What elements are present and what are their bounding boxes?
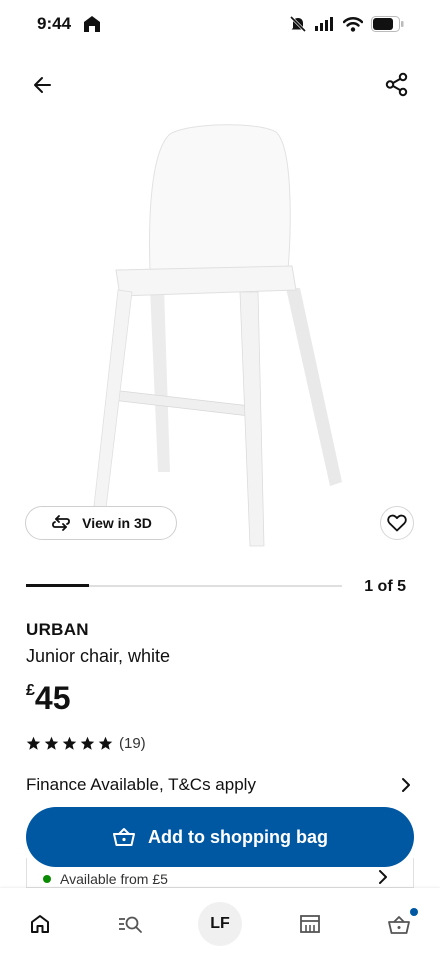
basket-icon <box>113 828 136 846</box>
share-button[interactable] <box>382 70 412 100</box>
tab-profile[interactable]: LF <box>198 902 242 946</box>
star-icon <box>26 736 41 750</box>
basket-badge <box>410 908 418 916</box>
view-in-3d-label: View in 3D <box>82 515 152 531</box>
star-icon <box>44 736 59 750</box>
add-to-bag-label: Add to shopping bag <box>148 826 328 847</box>
finance-label: Finance Available, T&Cs apply <box>26 775 256 794</box>
muted-bell-icon <box>289 15 307 33</box>
chevron-right-icon <box>379 870 387 884</box>
gallery-progress-fill <box>26 584 90 587</box>
search-list-icon <box>119 916 142 933</box>
star-icon <box>98 736 113 750</box>
add-to-bag-button[interactable]: Add to shopping bag <box>26 807 414 867</box>
tab-search[interactable] <box>110 904 150 944</box>
availability-dot <box>43 875 51 883</box>
product-description: Junior chair, white <box>26 646 171 666</box>
product-image[interactable] <box>90 120 360 552</box>
home-glyph-icon <box>84 16 100 32</box>
status-icons <box>289 14 404 34</box>
arrow-left-icon <box>34 77 51 93</box>
basket-icon <box>388 916 410 934</box>
tab-home[interactable] <box>20 904 60 944</box>
availability-row: Available from £5 <box>43 871 168 887</box>
signal-icon <box>315 17 333 31</box>
view-in-3d-button[interactable]: View in 3D <box>25 506 177 540</box>
tab-stores[interactable] <box>290 904 330 944</box>
home-icon <box>31 915 49 933</box>
star-icon <box>62 736 77 750</box>
status-time: 9:44 <box>37 14 72 33</box>
gallery-counter: 1 of 5 <box>364 578 406 595</box>
back-button[interactable] <box>28 70 58 100</box>
availability-text: Available from £5 <box>60 871 168 887</box>
battery-icon <box>371 16 404 32</box>
rating-stars <box>26 736 113 751</box>
rating-count: (19) <box>119 735 146 752</box>
rating[interactable]: (19) <box>26 735 146 752</box>
gallery-progress <box>26 584 342 587</box>
finance-row[interactable]: Finance Available, T&Cs apply <box>26 774 414 796</box>
store-icon <box>300 915 320 933</box>
star-icon <box>80 736 95 750</box>
tab-basket[interactable] <box>380 904 420 944</box>
share-icon <box>385 72 408 97</box>
profile-initials: LF <box>210 915 230 932</box>
heart-outline-icon <box>387 514 407 532</box>
price-amount: 45 <box>34 680 71 716</box>
wifi-icon <box>343 16 363 32</box>
bottom-nav: LF <box>0 888 440 978</box>
product-price: £ 45 <box>26 680 71 716</box>
favourite-button[interactable] <box>380 506 414 540</box>
product-name: URBAN <box>26 620 89 639</box>
chevron-right-icon <box>402 778 410 792</box>
rotate-3d-icon <box>52 515 71 531</box>
price-currency: £ <box>26 682 35 699</box>
